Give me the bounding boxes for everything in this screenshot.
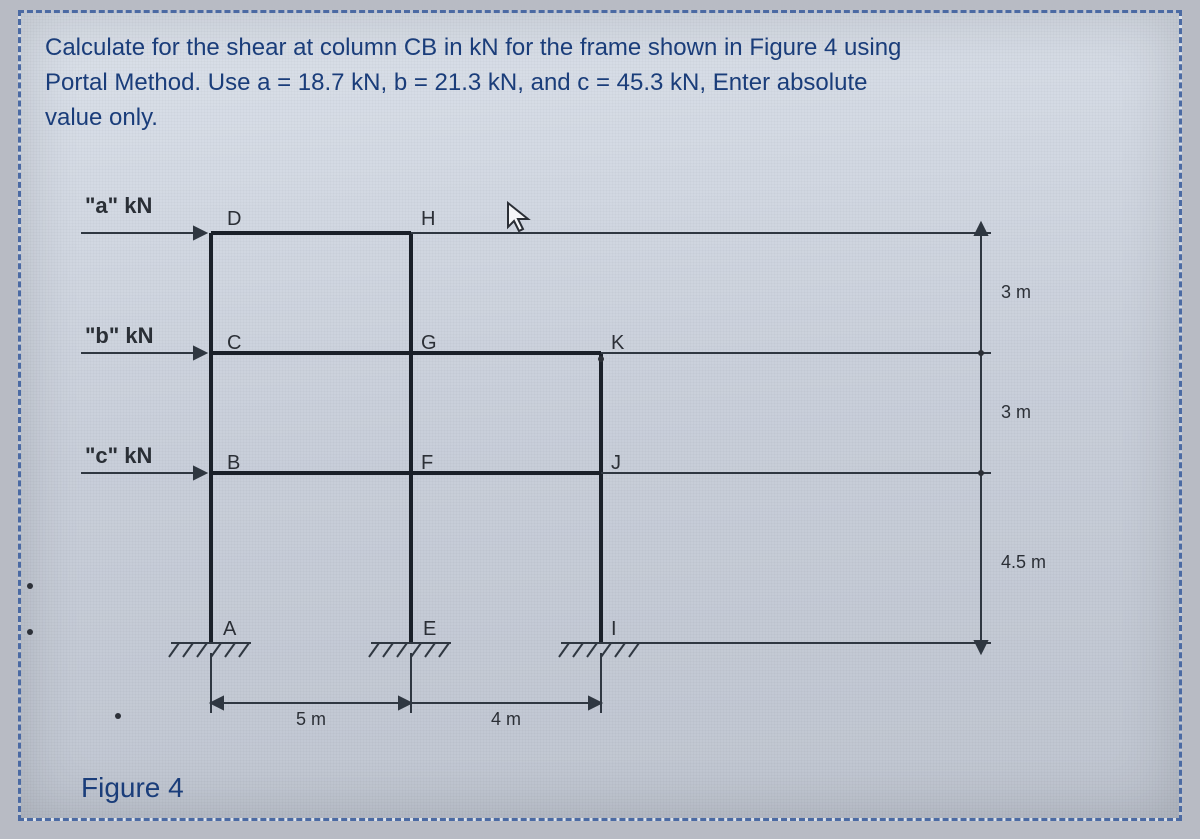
- node-C: C: [227, 332, 241, 354]
- node-F: F: [421, 452, 433, 474]
- speck: [27, 629, 33, 635]
- load-b: "b" kN: [85, 323, 154, 348]
- node-K: K: [611, 332, 625, 354]
- frame-diagram: "a" kN "b" kN "c" kN: [51, 173, 1151, 773]
- load-c: "c" kN: [85, 443, 152, 468]
- figure-caption: Figure 4: [81, 772, 184, 804]
- node-B: B: [227, 452, 240, 474]
- q-line1: Calculate for the shear at column CB in …: [45, 34, 901, 61]
- node-H: H: [421, 208, 435, 230]
- dim-h3: 4.5 m: [1001, 552, 1046, 572]
- load-a: "a" kN: [85, 193, 152, 218]
- node-I: I: [611, 618, 617, 640]
- question-text: Calculate for the shear at column CB in …: [45, 31, 1139, 135]
- node-G: G: [421, 332, 437, 354]
- node-D: D: [227, 208, 241, 230]
- node-J: J: [611, 452, 621, 474]
- node-E: E: [423, 618, 436, 640]
- speck: [115, 713, 121, 719]
- speck: [27, 583, 33, 589]
- dim-h1: 3 m: [1001, 282, 1031, 302]
- node-A: A: [223, 618, 237, 640]
- dim-h2: 3 m: [1001, 402, 1031, 422]
- q-line3: value only.: [45, 104, 158, 131]
- q-line2: Portal Method. Use a = 18.7 kN, b = 21.3…: [45, 69, 867, 96]
- dim-w1: 5 m: [296, 709, 326, 729]
- dim-w2: 4 m: [491, 709, 521, 729]
- page-sheet: Calculate for the shear at column CB in …: [18, 10, 1182, 821]
